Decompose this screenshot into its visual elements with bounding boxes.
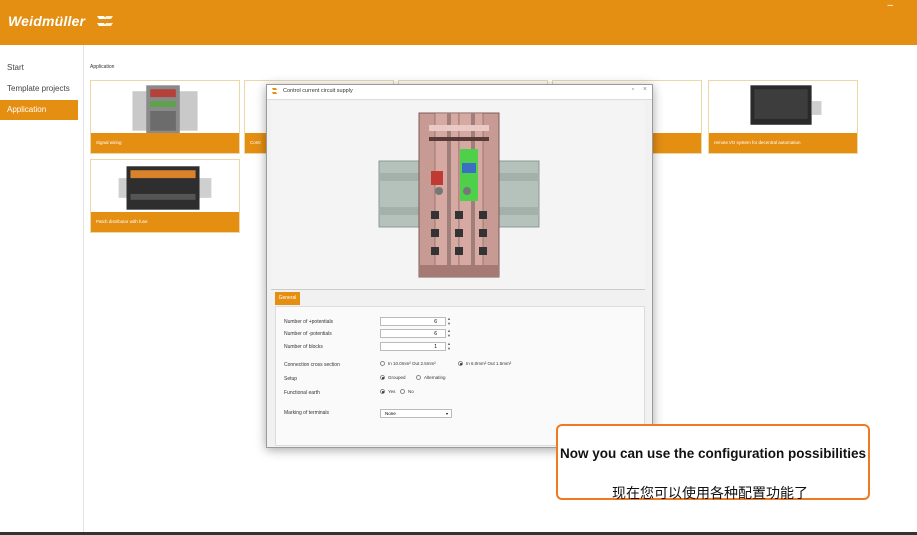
patch-distributor-image (118, 166, 212, 210)
setup-radio-alternating[interactable] (416, 375, 421, 380)
earth-radio-yes[interactable] (380, 389, 385, 394)
subtitle-chinese: 现在您可以使用各种配置功能了 (612, 485, 808, 501)
control-current-circuit-dialog: Control current circuit supply ▫ × Gener… (266, 84, 653, 448)
sidebar-item-application[interactable]: Application (0, 100, 78, 120)
cross-section-label: Connection cross section (284, 362, 340, 368)
section-label: Application (90, 64, 115, 70)
cross-section-option-1: In 10.0mm² Out 2.5mm² (388, 361, 436, 366)
setup-option-alternating: Alternating (424, 375, 446, 380)
brand-mark-icon (97, 16, 113, 26)
minus-potentials-input[interactable]: 6 (380, 329, 446, 338)
marking-select[interactable]: None ▾ (380, 409, 452, 418)
minus-potentials-stepper[interactable]: ▲ ▼ (447, 328, 453, 338)
blocks-stepper[interactable]: ▲ ▼ (447, 341, 453, 351)
subtitle-english: Now you can use the configuration possib… (559, 446, 867, 461)
blocks-label: Number of blocks (284, 344, 323, 350)
cross-section-radio-1[interactable] (380, 361, 385, 366)
setup-label: Setup (284, 376, 298, 382)
app-icon (272, 88, 277, 94)
sidebar-item-start[interactable]: Start (0, 58, 78, 78)
earth-radio-no[interactable] (400, 389, 405, 394)
application-card-signal-wiring[interactable]: Signal wiring (90, 80, 240, 154)
earth-option-yes: Yes (388, 389, 396, 394)
terminal-preview-canvas (271, 101, 645, 290)
cross-section-radio-2[interactable] (458, 361, 463, 366)
card-label: remote I/O system for decentral automati… (709, 133, 857, 153)
plus-potentials-stepper[interactable]: ▲ ▼ (447, 316, 453, 326)
terminal-block-illustration (378, 112, 540, 278)
minimize-button[interactable]: – (887, 0, 893, 11)
cross-section-option-2: In 6.0mm² Out 1.5mm² (466, 361, 512, 366)
plus-potentials-input[interactable]: 6 (380, 317, 446, 326)
blocks-input[interactable]: 1 (380, 342, 446, 351)
earth-option-no: No (408, 389, 414, 394)
dialog-titlebar[interactable]: Control current circuit supply ▫ × (267, 85, 652, 100)
maximize-icon[interactable]: ▫ (632, 86, 634, 93)
marking-select-value: None (385, 411, 396, 416)
brand-logo: Weidmüller (8, 13, 86, 29)
remote-io-image (750, 85, 822, 125)
subtitle-caption: Now you can use the configuration possib… (556, 424, 870, 501)
sidebar-item-template-projects[interactable]: Template projects (0, 79, 78, 99)
tab-general[interactable]: General (275, 292, 300, 305)
dialog-title: Control current circuit supply (283, 88, 353, 94)
sidebar: Start Template projects Application (0, 45, 84, 533)
functional-earth-label: Functional earth (284, 390, 320, 396)
minus-potentials-label: Number of -potentials (284, 331, 332, 337)
card-label: Signal wiring (91, 133, 239, 153)
application-card-remote-io[interactable]: remote I/O system for decentral automati… (708, 80, 858, 154)
setup-option-grouped: Grouped (388, 375, 406, 380)
close-icon[interactable]: × (643, 86, 647, 93)
card-label: Patch distributor with fuse (91, 212, 239, 232)
plus-potentials-label: Number of +potentials (284, 319, 334, 325)
signal-wiring-image (132, 85, 198, 135)
app-header: Weidmüller – (0, 0, 917, 45)
chevron-down-icon: ▾ (445, 411, 448, 416)
setup-radio-grouped[interactable] (380, 375, 385, 380)
marking-label: Marking of terminals (284, 410, 330, 416)
application-card-patch-distributor[interactable]: Patch distributor with fuse (90, 159, 240, 233)
